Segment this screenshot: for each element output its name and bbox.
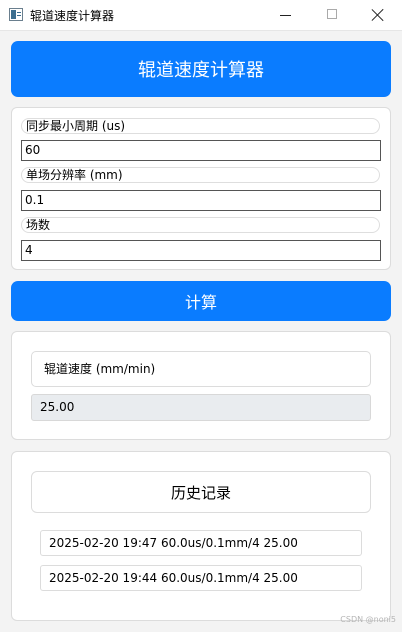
sync-period-label: 同步最小周期 (us) <box>21 118 380 134</box>
result-label: 辊道速度 (mm/min) <box>31 351 371 387</box>
sync-period-input[interactable]: 60 <box>21 140 381 161</box>
resolution-input[interactable]: 0.1 <box>21 190 381 211</box>
maximize-button[interactable] <box>309 0 355 30</box>
history-item[interactable]: 2025-02-20 19:44 60.0us/0.1mm/4 25.00 <box>40 565 362 591</box>
close-icon <box>371 8 385 22</box>
watermark: CSDN @noni5 <box>340 615 396 624</box>
maximize-icon <box>327 9 337 19</box>
window-title: 辊道速度计算器 <box>30 9 115 23</box>
fields-input[interactable]: 4 <box>21 240 381 261</box>
app-icon <box>9 8 23 21</box>
resolution-label: 单场分辨率 (mm) <box>21 167 380 183</box>
history-item[interactable]: 2025-02-20 19:47 60.0us/0.1mm/4 25.00 <box>40 530 362 556</box>
calculate-button[interactable]: 计算 <box>11 281 391 321</box>
fields-label: 场数 <box>21 217 380 233</box>
title-bar: 辊道速度计算器 <box>0 0 402 31</box>
app-header: 辊道速度计算器 <box>11 41 391 97</box>
minimize-icon <box>280 15 291 16</box>
history-title: 历史记录 <box>31 471 371 513</box>
minimize-button[interactable] <box>263 0 309 30</box>
result-value: 25.00 <box>31 394 371 421</box>
close-button[interactable] <box>355 0 401 30</box>
